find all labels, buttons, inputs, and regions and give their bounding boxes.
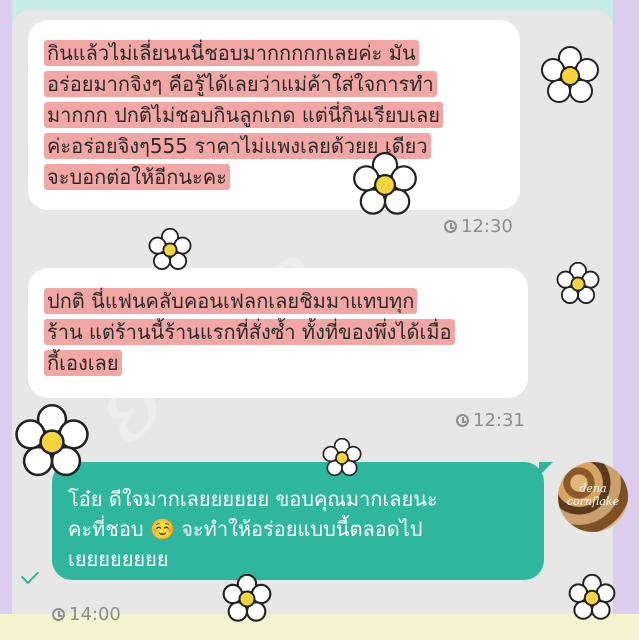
flower-sticker-icon (15, 404, 89, 477)
message-line: อร่อยมากจิงๆ คือรู้ได้เลยว่าแม่ค้าใส่ใจก… (44, 71, 437, 97)
message-line: กี้เองเลย (44, 350, 122, 376)
message-line: คะที่ชอบ ☺️ จะทำให้อร่อยแบบนี้ตลอดไป (68, 517, 423, 541)
message-line: โอ๋ย ดีใจมากเลยยยยยย ขอบคุณมากเลยนะ (68, 487, 438, 511)
message-text: ปกติ นี่แฟนคลับคอนเฟลกเลยชิมมาแทบทุก ร้า… (44, 286, 455, 379)
message-bubble-outgoing[interactable]: โอ๋ย ดีใจมากเลยยยยยย ขอบคุณมากเลยนะ คะที… (52, 462, 553, 580)
clock-icon (52, 608, 65, 621)
clock-icon (456, 414, 469, 427)
flower-sticker-icon (322, 438, 362, 477)
frame-right (613, 0, 639, 640)
flower-sticker-icon (222, 574, 272, 622)
avatar-label-line2: cornflake (566, 495, 620, 508)
avatar[interactable]: dena cornflake (558, 462, 628, 532)
message-line: เยยยยยยยย (68, 547, 169, 571)
message-bubble[interactable]: ปกติ นี่แฟนคลับคอนเฟลกเลยชิมมาแทบทุก ร้า… (28, 268, 528, 398)
message-bubble[interactable]: กินแล้วไม่เลี่ยนนนี่ชอบมากกกกกเลยค่ะ มัน… (28, 20, 520, 210)
message-line: ปกติ นี่แฟนคลับคอนเฟลกเลยชิมมาแทบทุก (44, 288, 418, 314)
message-line: กินแล้วไม่เลี่ยนนนี่ชอบมากกกกกเลยค่ะ มัน (44, 40, 419, 66)
flower-sticker-icon (556, 262, 600, 304)
timestamp-text: 12:30 (461, 216, 513, 237)
message-timestamp: 12:31 (456, 410, 525, 431)
message-line: จะบอกต่อให้อีกนะคะ (44, 164, 230, 190)
message-text: โอ๋ย ดีใจมากเลยยยยยย ขอบคุณมากเลยนะ คะที… (68, 484, 538, 574)
clock-icon (444, 220, 457, 233)
timestamp-text: 12:31 (473, 410, 525, 431)
flower-sticker-icon (148, 228, 192, 270)
flower-sticker-icon (568, 574, 616, 620)
flower-sticker-icon (541, 46, 599, 103)
message-timestamp: 12:30 (444, 216, 513, 237)
flower-sticker-icon (353, 152, 417, 215)
avatar-label: dena cornflake (558, 482, 628, 508)
avatar-label-line1: dena (579, 482, 607, 495)
message-line: ร้าน แต่ร้านนี้ร้านแรกที่สั่งซ้ำ ทั้งที่… (44, 319, 455, 345)
message-line: มากกก ปกติไม่ชอบกินลูกเกด แต่นี่กินเรียบ… (44, 102, 443, 128)
frame-left (0, 0, 12, 640)
message-timestamp: 14:00 (52, 604, 121, 625)
timestamp-text: 14:00 (69, 604, 121, 625)
